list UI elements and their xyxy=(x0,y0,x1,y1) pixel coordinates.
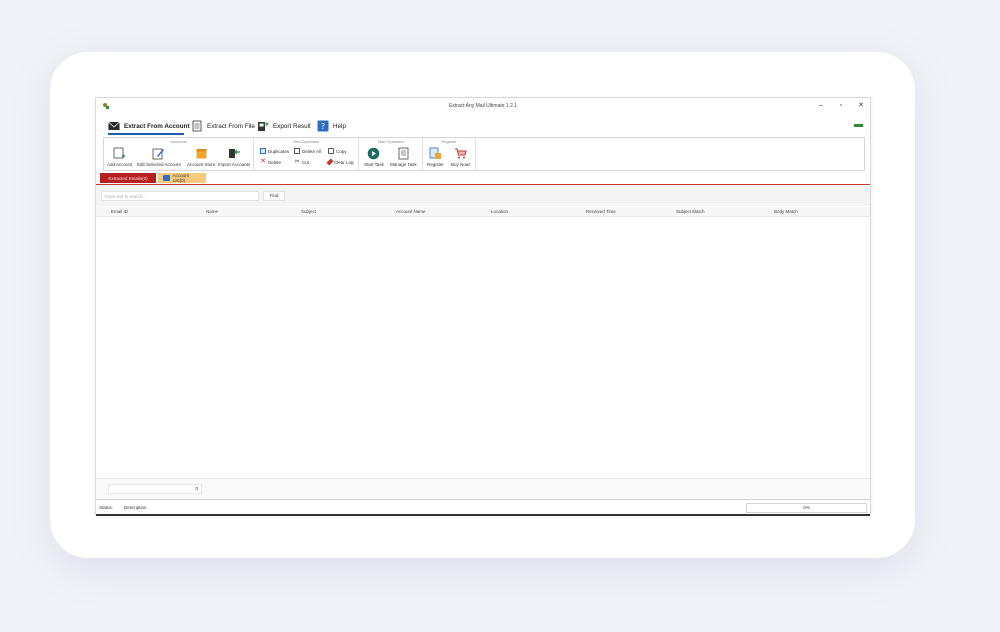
menu-label: Extract From Account xyxy=(124,122,190,130)
edit-selected-account-button[interactable]: Edit Selected Account xyxy=(137,147,181,167)
export-icon xyxy=(258,122,269,131)
add-account-button[interactable]: Add Account xyxy=(107,147,132,167)
group-task-operation: Task Operation Start Task Manage Task xyxy=(359,138,423,170)
status-bar: Status: Description 0% xyxy=(96,499,870,515)
results-grid[interactable] xyxy=(96,218,870,476)
status-description: Description xyxy=(124,505,147,510)
menu-label: Export Result xyxy=(273,122,311,130)
grid-footer: 0 xyxy=(96,478,870,498)
copy-button[interactable]: Copy xyxy=(328,148,347,154)
svg-text:?: ? xyxy=(321,122,325,131)
search-bar: Enter text to search... Find xyxy=(96,186,870,206)
clear-log-button[interactable]: Clear Log xyxy=(326,158,354,166)
title-bar: Extract Any Mail Ultimate 1.2.1 – ▫ ✕ xyxy=(96,98,870,114)
button-label: Register xyxy=(427,162,444,167)
button-label: Buy Now! xyxy=(451,162,471,167)
help-icon: ? xyxy=(317,120,329,132)
clipboard-icon xyxy=(398,147,409,160)
menu-export-result[interactable]: Export Result xyxy=(257,118,311,134)
cart-icon xyxy=(455,148,467,159)
duplicates-icon xyxy=(260,148,266,154)
group-title: Grid Operation xyxy=(292,139,320,144)
button-label: Duplicates xyxy=(268,148,290,154)
grid-header: Email ID Name Subject Account Name Locat… xyxy=(96,207,870,217)
find-button[interactable]: Find xyxy=(263,191,285,201)
register-button[interactable]: Register xyxy=(427,147,444,167)
add-account-icon xyxy=(113,147,126,159)
menu-label: Help xyxy=(333,122,346,130)
active-tab-underline xyxy=(108,133,184,135)
record-count: 0 xyxy=(108,484,202,494)
button-label: Cut xyxy=(302,159,310,165)
menu-bar: Extract From Account Extract From File E… xyxy=(96,118,870,134)
import-icon xyxy=(228,149,240,158)
button-label: Import Accounts xyxy=(218,162,251,167)
duplicates-button[interactable]: Duplicates xyxy=(260,148,289,154)
window-bottom-border xyxy=(96,514,870,516)
eraser-icon xyxy=(326,158,334,166)
copy-icon xyxy=(328,148,334,154)
group-accounts: Accounts Add Account Edit Selected Accou… xyxy=(104,138,254,170)
column-header[interactable]: Received Time xyxy=(586,209,616,214)
group-title: Accounts xyxy=(170,139,187,144)
column-header[interactable]: Body Match xyxy=(774,209,798,214)
document-icon xyxy=(192,120,202,132)
column-header[interactable]: Account Name xyxy=(396,209,426,214)
maximize-button[interactable]: ▫ xyxy=(836,101,846,111)
ribbon: Accounts Add Account Edit Selected Accou… xyxy=(103,137,865,171)
start-task-button[interactable]: Start Task xyxy=(364,147,384,167)
minimize-button[interactable]: – xyxy=(816,101,826,111)
menu-extract-from-account[interactable]: Extract From Account xyxy=(108,118,190,134)
column-header[interactable]: Email ID xyxy=(111,209,128,214)
close-button[interactable]: ✕ xyxy=(856,101,866,111)
window-title: Extract Any Mail Ultimate 1.2.1 xyxy=(448,103,518,109)
edit-icon xyxy=(152,148,165,160)
button-label: Clear Log xyxy=(334,159,354,165)
column-header[interactable]: Location xyxy=(491,209,508,214)
delete-all-button[interactable]: Delete All xyxy=(294,148,321,154)
buy-now-button[interactable]: Buy Now! xyxy=(451,147,470,167)
column-header[interactable]: Name xyxy=(206,209,218,214)
search-input[interactable]: Enter text to search... xyxy=(101,191,259,201)
group-register: Register Register Buy Now! xyxy=(423,138,476,170)
button-label: Account Store xyxy=(187,162,216,167)
button-label: Add Account xyxy=(107,162,133,167)
button-label: Copy xyxy=(336,148,347,154)
button-label: Manage Task xyxy=(390,162,417,167)
status-label: Status: xyxy=(99,505,114,510)
group-grid-operation: Grid Operation Duplicates Delete All Cop… xyxy=(254,138,359,170)
delete-icon: ✕ xyxy=(260,158,266,165)
app-window: Extract Any Mail Ultimate 1.2.1 – ▫ ✕ Ex… xyxy=(95,97,871,516)
battery-icon xyxy=(854,124,863,127)
button-label: Edit Selected Account xyxy=(137,162,181,167)
box-icon xyxy=(196,149,207,159)
tab-divider xyxy=(96,184,870,185)
menu-label: Extract From File xyxy=(207,122,255,130)
import-accounts-button[interactable]: Import Accounts xyxy=(218,147,250,167)
account-list-icon xyxy=(163,175,170,181)
delete-button[interactable]: ✕ Delete xyxy=(260,158,282,165)
account-store-button[interactable]: Account Store xyxy=(187,147,215,167)
register-icon xyxy=(429,147,441,159)
manage-task-button[interactable]: Manage Task xyxy=(390,147,417,167)
button-label: Delete xyxy=(268,159,282,165)
column-header[interactable]: Subject xyxy=(301,209,316,214)
menu-extract-from-file[interactable]: Extract From File xyxy=(191,118,255,134)
button-label: Delete All xyxy=(302,148,322,154)
column-header[interactable]: Subject Match xyxy=(676,209,705,214)
delete-all-icon xyxy=(294,148,300,154)
tab-label: Account List(0) xyxy=(172,173,189,183)
button-label: Start Task xyxy=(364,162,384,167)
play-icon xyxy=(368,147,380,160)
tab-extracted-emails[interactable]: Extracted Emails(0) xyxy=(100,173,156,183)
scissors-icon: ✂ xyxy=(294,159,300,165)
cut-button[interactable]: ✂ Cut xyxy=(294,159,309,165)
progress-bar: 0% xyxy=(746,503,867,513)
tab-account-list[interactable]: Account List(0) xyxy=(158,173,206,183)
group-title: Task Operation xyxy=(377,139,404,144)
envelope-icon xyxy=(108,121,120,130)
group-title: Register xyxy=(441,139,457,144)
menu-help[interactable]: ? Help xyxy=(317,118,346,134)
